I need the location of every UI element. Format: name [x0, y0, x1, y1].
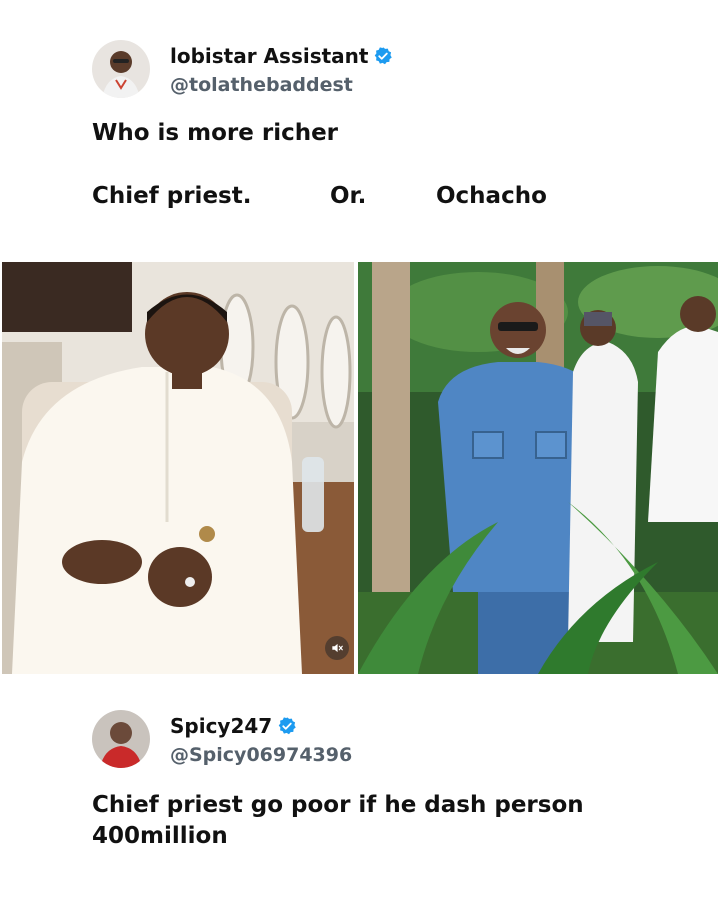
- author-name-line: lobistar Assistant: [170, 44, 393, 68]
- avatar-image: [92, 40, 150, 98]
- reply-avatar[interactable]: [92, 710, 150, 768]
- reply-author-name[interactable]: Spicy247: [170, 714, 272, 738]
- tweet-author-row: lobistar Assistant @tolathebaddest: [0, 38, 720, 100]
- author-name[interactable]: lobistar Assistant: [170, 44, 368, 68]
- photo-ochacho[interactable]: [358, 262, 718, 674]
- reply-text: Chief priest go poor if he dash person 4…: [92, 792, 584, 849]
- mute-icon: [332, 643, 343, 653]
- tweet-text: Who is more richer: [92, 120, 339, 146]
- author-handle[interactable]: @tolathebaddest: [170, 74, 353, 96]
- verified-icon: [373, 46, 393, 66]
- reply-avatar-image: [92, 710, 150, 768]
- tweet-media[interactable]: [2, 262, 718, 674]
- reply-author-handle[interactable]: @Spicy06974396: [170, 744, 352, 766]
- reply-author-row: Spicy247 @Spicy06974396: [0, 708, 720, 770]
- tweet-post: lobistar Assistant @tolathebaddest Who i…: [0, 38, 720, 209]
- photo-chief-priest[interactable]: [2, 262, 354, 674]
- choice-ochacho: Ochacho: [436, 183, 547, 209]
- choice-chief-priest: Chief priest.: [92, 183, 252, 209]
- mute-button[interactable]: [325, 636, 349, 660]
- verified-icon: [277, 716, 297, 736]
- reply-post: Spicy247 @Spicy06974396 Chief priest go …: [0, 708, 720, 849]
- tweet-choices: Chief priest. Or. Ochacho: [92, 183, 547, 209]
- avatar[interactable]: [92, 40, 150, 98]
- choice-or: Or.: [330, 183, 367, 209]
- reply-author-name-line: Spicy247: [170, 714, 297, 738]
